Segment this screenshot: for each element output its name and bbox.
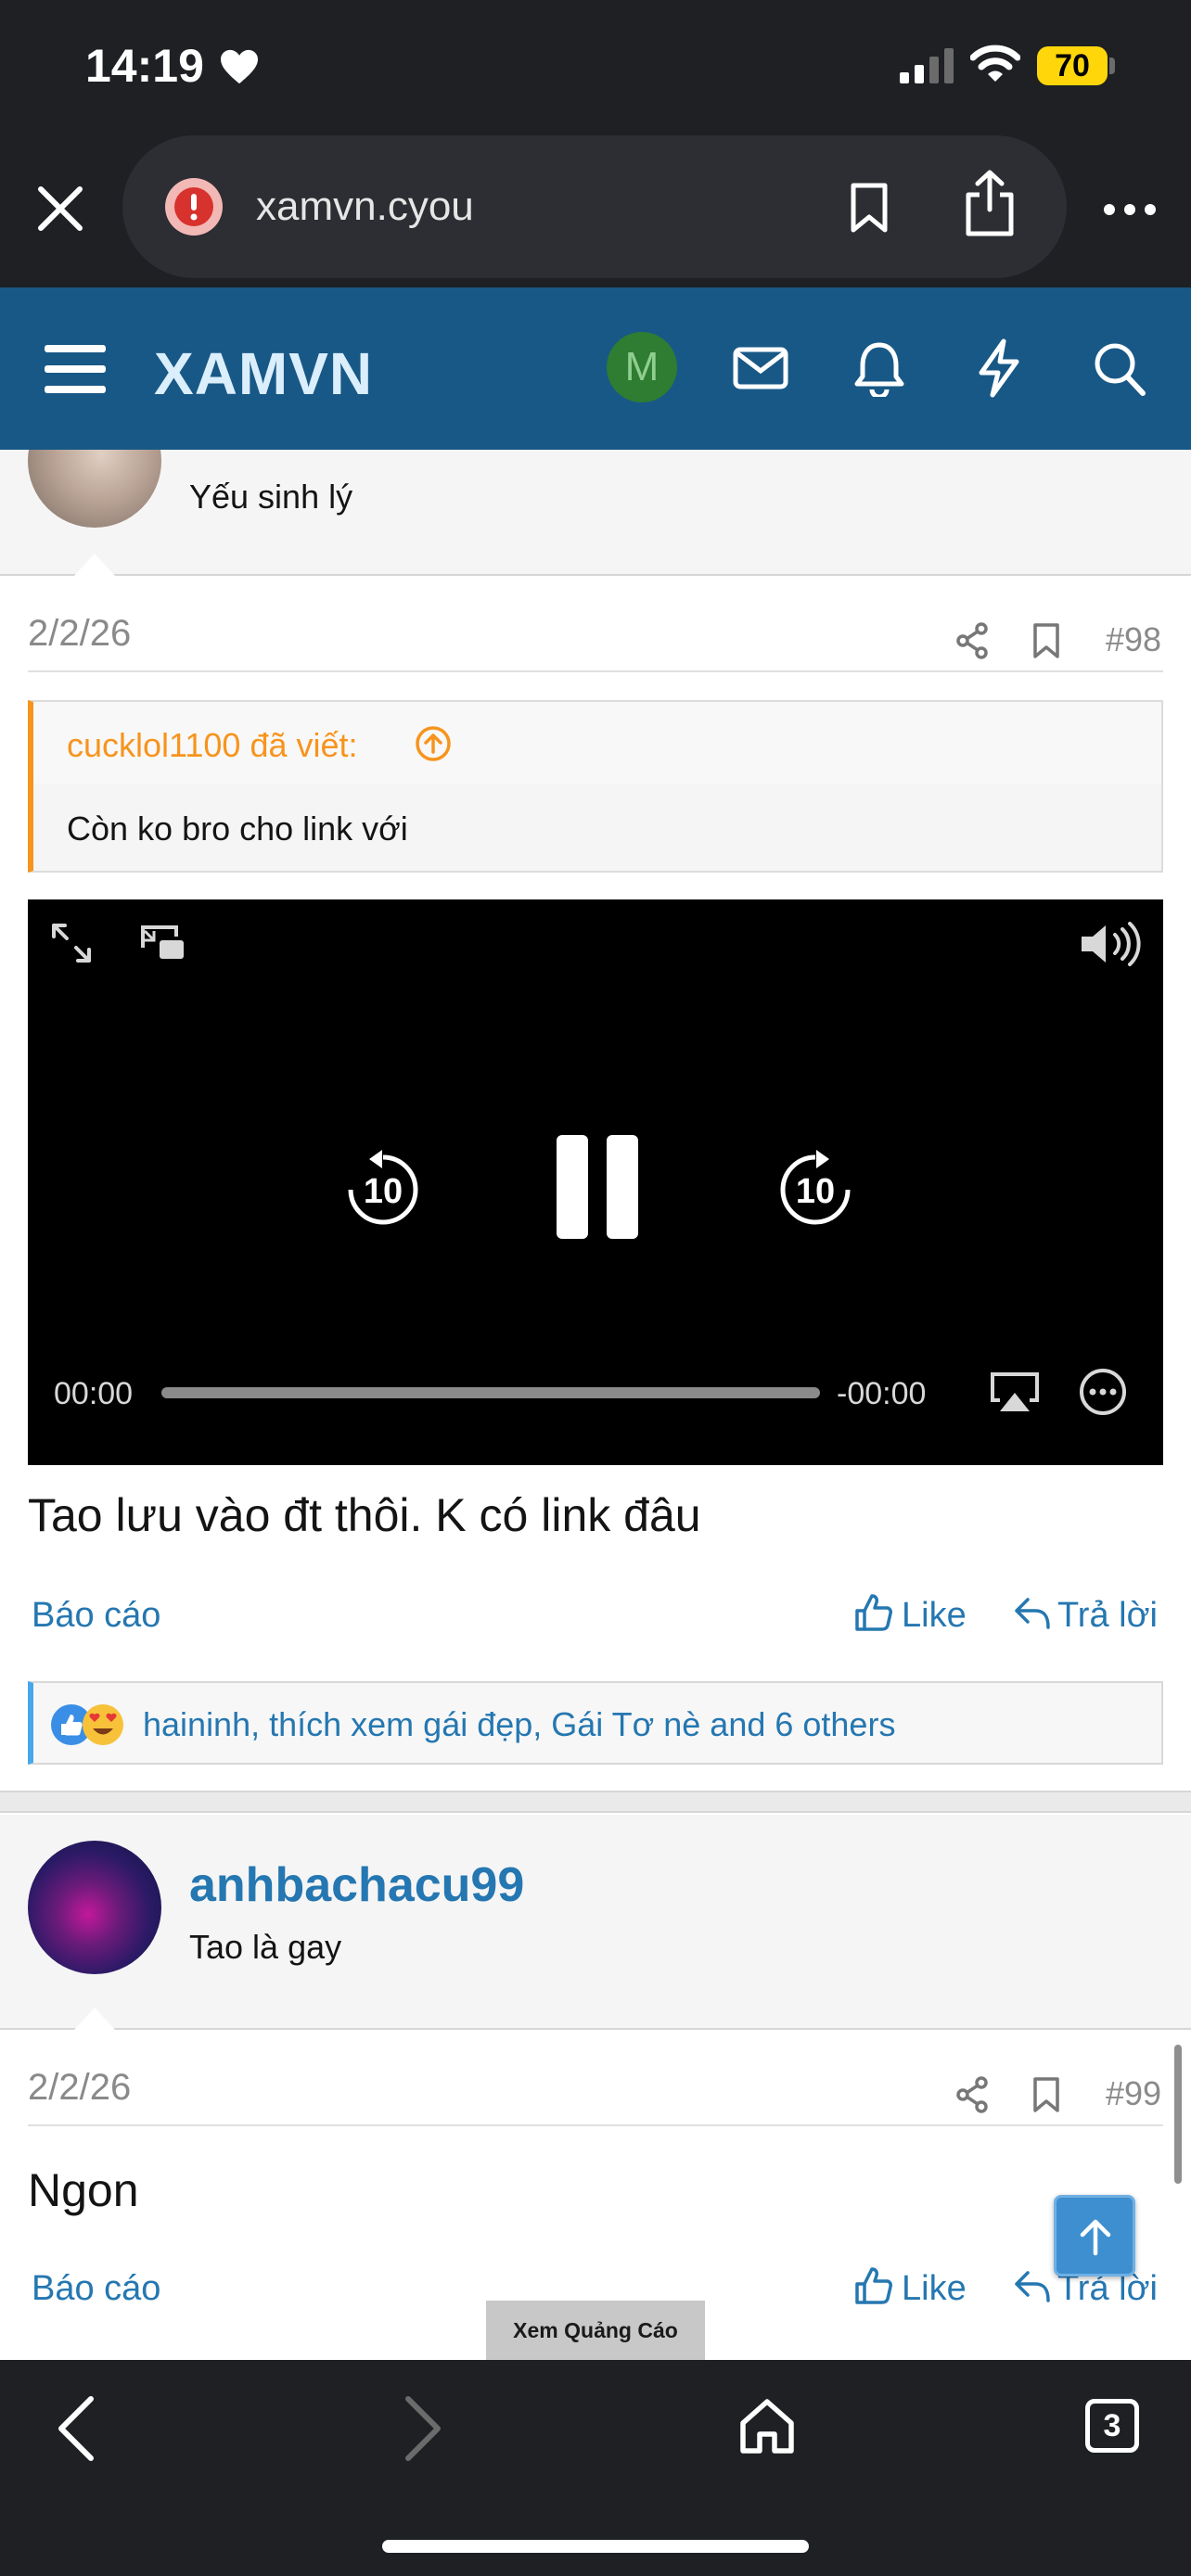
home-icon[interactable] — [738, 2397, 796, 2456]
current-time: 00:00 — [54, 1376, 134, 1411]
pointer-arrow — [74, 554, 115, 576]
share-post-icon[interactable] — [955, 622, 989, 659]
skip-back-button[interactable]: 10 — [341, 1148, 425, 1231]
pause-button[interactable] — [553, 1131, 642, 1243]
like-label: Like — [902, 1596, 967, 1635]
quote-header[interactable]: cucklol1100 đã viết: — [33, 702, 1161, 784]
post-user-band: anhbachacu99 Tao là gay — [0, 1815, 1191, 2030]
battery-indicator: 70 — [1037, 46, 1108, 85]
quote-text: Còn ko bro cho link với — [67, 810, 408, 848]
tabs-count: 3 — [1103, 2408, 1121, 2443]
battery-level: 70 — [1055, 48, 1090, 83]
browser-toolbar: xamvn.cyou — [0, 132, 1191, 287]
search-icon[interactable] — [1093, 341, 1146, 397]
skip-forward-seconds: 10 — [795, 1172, 836, 1211]
arrow-up-icon — [1077, 2216, 1114, 2257]
arrow-up-circle-icon[interactable] — [414, 724, 453, 763]
bookmark-post-icon[interactable] — [1031, 2076, 1061, 2113]
thumbs-up-icon — [853, 2265, 894, 2306]
reply-label: Trả lời — [1057, 1596, 1158, 1635]
airplay-icon[interactable] — [989, 1371, 1041, 1413]
divider — [28, 2124, 1163, 2126]
back-icon[interactable] — [56, 2395, 96, 2462]
mail-icon[interactable] — [733, 347, 788, 389]
picture-in-picture-icon[interactable] — [139, 924, 187, 963]
love-eyes-emoji-icon — [82, 1703, 124, 1746]
like-label: Like — [902, 2269, 967, 2308]
ad-banner[interactable]: Xem Quảng Cáo — [486, 2301, 705, 2360]
ad-label: Xem Quảng Cáo — [513, 2318, 678, 2342]
heart-icon — [219, 48, 260, 85]
bell-icon[interactable] — [853, 339, 905, 397]
user-title: Yếu sinh lý — [189, 478, 353, 516]
warning-icon — [163, 176, 224, 237]
site-logo[interactable]: XAMVN — [154, 339, 373, 408]
battery-cap — [1109, 57, 1115, 74]
post-body: Tao lưu vào đt thôi. K có link đâu — [28, 1489, 701, 1541]
forward-icon[interactable] — [403, 2395, 443, 2462]
avatar[interactable]: M — [607, 332, 677, 402]
quote-block: cucklol1100 đã viết: Còn ko bro cho link… — [28, 700, 1163, 873]
post-body: Ngon — [28, 2164, 139, 2216]
url-text: xamvn.cyou — [256, 184, 474, 229]
more-options-icon[interactable] — [1078, 1367, 1128, 1417]
skip-forward-button[interactable]: 10 — [774, 1148, 857, 1231]
home-indicator — [382, 2540, 809, 2553]
post-separator — [0, 1791, 1191, 1813]
post-user-band: Yếu sinh lý — [0, 450, 1191, 576]
quote-author[interactable]: cucklol1100 đã viết: — [67, 726, 358, 765]
share-post-icon[interactable] — [955, 2076, 989, 2113]
thread-content: Yếu sinh lý 2/2/26 #98 cucklol1100 đã vi… — [0, 450, 1191, 2360]
reply-arrow-icon — [1013, 1594, 1052, 1631]
share-icon[interactable] — [961, 169, 1018, 237]
skip-back-seconds: 10 — [363, 1172, 403, 1211]
post-date[interactable]: 2/2/26 — [28, 613, 131, 655]
thumbs-up-icon — [853, 1592, 894, 1633]
browser-bottom-bar: 3 — [0, 2360, 1191, 2576]
report-link[interactable]: Báo cáo — [32, 1596, 160, 1636]
progress-track[interactable] — [161, 1387, 820, 1398]
pointer-arrow — [74, 2008, 115, 2030]
lightning-icon[interactable] — [976, 338, 1022, 399]
status-bar: 14:19 70 — [0, 0, 1191, 132]
more-menu-icon[interactable] — [1102, 202, 1158, 217]
scroll-to-top-button[interactable] — [1054, 2195, 1135, 2276]
site-header: XAMVN M — [0, 287, 1191, 450]
user-title: Tao là gay — [189, 1928, 342, 1966]
post-date[interactable]: 2/2/26 — [28, 2067, 131, 2109]
divider — [28, 670, 1163, 672]
cellular-signal-icon — [900, 48, 955, 83]
fullscreen-icon[interactable] — [48, 920, 95, 966]
wifi-icon — [970, 45, 1020, 83]
reactions-bar[interactable]: haininh, thích xem gái đẹp, Gái Tơ nè an… — [28, 1681, 1163, 1765]
report-link[interactable]: Báo cáo — [32, 2269, 160, 2309]
avatar-letter: M — [624, 344, 660, 389]
scrollbar[interactable] — [1174, 2045, 1182, 2184]
username[interactable]: anhbachacu99 — [189, 1857, 524, 1913]
reactions-text[interactable]: haininh, thích xem gái đẹp, Gái Tơ nè an… — [143, 1705, 895, 1744]
remaining-time: -00:00 — [837, 1376, 927, 1411]
video-player[interactable]: 10 10 00:00 -00:00 — [28, 899, 1163, 1465]
post-number[interactable]: #98 — [1106, 620, 1161, 659]
bookmark-post-icon[interactable] — [1031, 622, 1061, 659]
close-tab-icon[interactable] — [35, 184, 85, 234]
volume-icon[interactable] — [1078, 920, 1143, 968]
status-time: 14:19 — [85, 40, 204, 92]
user-avatar[interactable] — [28, 450, 161, 528]
post-number[interactable]: #99 — [1106, 2074, 1161, 2113]
tabs-button[interactable]: 3 — [1085, 2399, 1139, 2453]
bookmark-icon[interactable] — [846, 182, 892, 234]
address-bar[interactable]: xamvn.cyou — [122, 135, 1067, 278]
user-avatar[interactable] — [28, 1841, 161, 1974]
hamburger-menu-icon[interactable] — [45, 343, 106, 395]
reply-arrow-icon — [1013, 2267, 1052, 2304]
